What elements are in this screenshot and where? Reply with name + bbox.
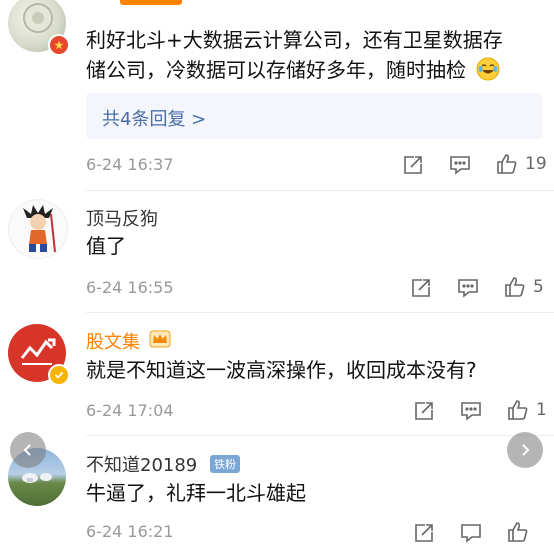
- comment-content-line: 储公司，冷数据可以存储好多年，随时抽检: [86, 58, 466, 82]
- user-name[interactable]: 顶马反狗: [86, 205, 158, 231]
- comment-icon[interactable]: [457, 277, 479, 299]
- view-replies-link[interactable]: 共4条回复 >: [102, 105, 206, 131]
- divider: [86, 190, 554, 191]
- like-count: 19: [525, 154, 547, 174]
- comment-icon[interactable]: [460, 522, 482, 544]
- repost-icon[interactable]: [413, 400, 435, 422]
- like-icon[interactable]: [507, 399, 529, 421]
- like-icon[interactable]: [507, 521, 529, 543]
- verified-badge-icon: [48, 34, 70, 56]
- laugh-cry-emoji-icon: [476, 57, 500, 89]
- comment-time: 6-24 17:04: [86, 401, 174, 420]
- comment-content: 就是不知道这一波高深操作，收回成本没有?: [86, 358, 477, 382]
- chevron-left-icon: [23, 444, 31, 456]
- divider: [86, 312, 554, 313]
- repost-icon[interactable]: [413, 522, 435, 544]
- comment-time: 6-24 16:55: [86, 278, 174, 297]
- reply-summary-box[interactable]: 共4条回复 >: [86, 93, 542, 139]
- like-icon[interactable]: [504, 276, 526, 298]
- verified-badge-icon: [48, 364, 70, 386]
- fan-badge: 铁粉: [210, 455, 240, 473]
- comment-content: 牛逼了，礼拜一北斗雄起: [86, 481, 306, 505]
- repost-icon[interactable]: [410, 277, 432, 299]
- repost-icon[interactable]: [402, 154, 424, 176]
- comment-time: 6-24 16:37: [86, 155, 174, 174]
- next-button[interactable]: [507, 432, 543, 468]
- previous-button[interactable]: [10, 432, 46, 468]
- comment-icon[interactable]: [460, 400, 482, 422]
- active-tab-indicator: [120, 0, 182, 5]
- comment-content: 利好北斗+大数据云计算公司，还有卫星数据存 储公司，冷数据可以存储好多年，随时抽…: [86, 25, 541, 89]
- chevron-right-icon: [522, 444, 530, 456]
- comment-time: 6-24 16:21: [86, 522, 174, 541]
- like-icon[interactable]: [496, 153, 518, 175]
- user-name[interactable]: 不知道20189: [86, 451, 197, 477]
- comment-content-line: 利好北斗+大数据云计算公司，还有卫星数据存: [86, 28, 503, 52]
- vip-crown-icon: [149, 329, 171, 353]
- user-name[interactable]: 股文集: [86, 328, 140, 354]
- comment-content: 值了: [86, 234, 126, 258]
- avatar[interactable]: [8, 199, 68, 259]
- like-count: 1: [536, 400, 547, 420]
- comment-icon[interactable]: [449, 154, 471, 176]
- like-count: 5: [533, 277, 544, 297]
- divider: [86, 435, 554, 436]
